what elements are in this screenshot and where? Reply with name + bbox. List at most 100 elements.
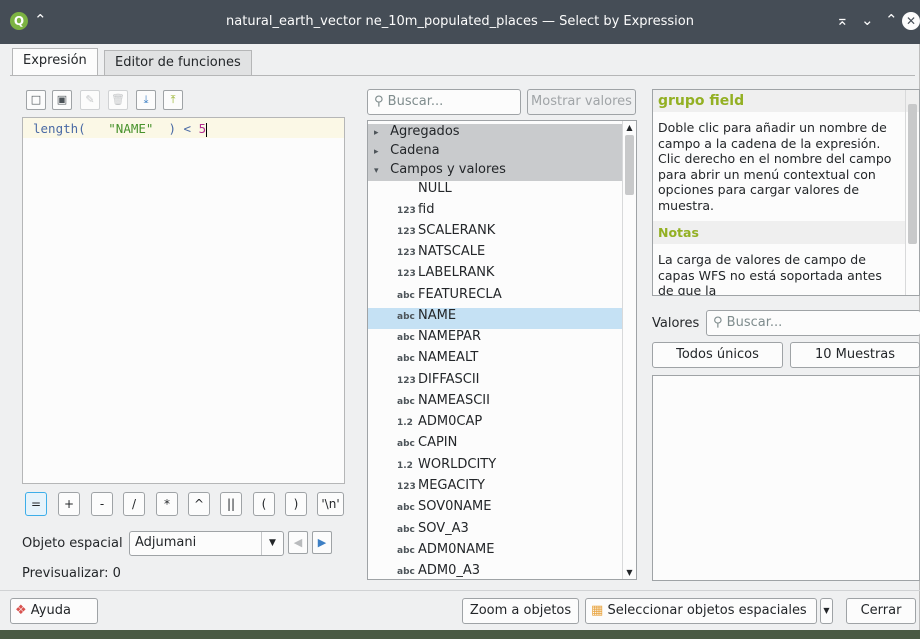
field-row[interactable]: abc NAMEALT bbox=[368, 350, 623, 371]
chevron-right-icon: ▸ bbox=[374, 128, 379, 138]
tree-group-cadena[interactable]: ▸ Cadena bbox=[368, 143, 623, 162]
show-values-button[interactable]: Mostrar valores bbox=[527, 89, 636, 115]
select-features-icon: ▦ bbox=[591, 603, 604, 618]
operator-multiply-button[interactable]: * bbox=[156, 492, 178, 516]
field-row[interactable]: 123 DIFFASCII bbox=[368, 372, 623, 393]
field-type-icon: abc bbox=[397, 312, 415, 322]
field-name: SOV_A3 bbox=[418, 521, 469, 536]
field-row[interactable]: 1.2 ADM0CAP bbox=[368, 414, 623, 435]
field-type-icon: abc bbox=[397, 525, 415, 535]
help-button-label: Ayuda bbox=[30, 603, 71, 618]
select-options-dropdown[interactable]: ▼ bbox=[820, 598, 833, 624]
scrollbar-thumb[interactable] bbox=[625, 135, 634, 195]
field-row[interactable]: abc CAPIN bbox=[368, 435, 623, 456]
operator-divide-button[interactable]: / bbox=[123, 492, 145, 516]
help-notes-title: Notas bbox=[653, 221, 905, 244]
title-bar: Q ⌃ natural_earth_vector ne_10m_populate… bbox=[0, 0, 920, 44]
field-type-icon: 123 bbox=[397, 227, 416, 237]
operator-newline-button[interactable]: '\n' bbox=[317, 492, 344, 516]
field-name: fid bbox=[418, 202, 435, 217]
scroll-up-icon[interactable]: ▲ bbox=[623, 121, 636, 134]
all-unique-button[interactable]: Todos únicos bbox=[652, 342, 783, 368]
field-name: ADM0NAME bbox=[418, 542, 495, 557]
tree-group-label: Cadena bbox=[390, 143, 440, 158]
operator-concat-button[interactable]: || bbox=[220, 492, 242, 516]
field-row[interactable]: abc ADM0_A3 bbox=[368, 563, 623, 579]
field-name: ADM0_A3 bbox=[418, 563, 481, 578]
tree-scrollbar[interactable]: ▲ ▼ bbox=[622, 121, 636, 579]
close-window-button[interactable]: ✕ bbox=[902, 12, 920, 30]
field-row[interactable]: 123 MEGACITY bbox=[368, 478, 623, 499]
field-row[interactable]: abc NAMEASCII bbox=[368, 393, 623, 414]
previous-feature-button[interactable]: ◀ bbox=[288, 531, 308, 554]
field-row[interactable]: 123 fid bbox=[368, 202, 623, 223]
expression-field: "NAME" bbox=[108, 121, 154, 136]
select-by-expression-dialog: Q ⌃ natural_earth_vector ne_10m_populate… bbox=[0, 0, 920, 630]
maximize-button[interactable]: ⌃ bbox=[885, 11, 898, 29]
field-row[interactable]: 123 NATSCALE bbox=[368, 244, 623, 265]
field-type-icon: 123 bbox=[397, 248, 416, 258]
field-name: NAMEASCII bbox=[418, 393, 490, 408]
edit-icon[interactable]: ✎ bbox=[80, 90, 100, 110]
field-type-icon: abc bbox=[397, 354, 415, 364]
field-row[interactable]: abc SOV_A3 bbox=[368, 521, 623, 542]
ten-samples-button[interactable]: 10 Muestras bbox=[790, 342, 920, 368]
field-row-null[interactable]: NULL bbox=[368, 181, 623, 202]
search-icon: ⚲ bbox=[374, 94, 384, 109]
zoom-to-features-button[interactable]: Zoom a objetos bbox=[462, 598, 579, 624]
field-name: LABELRANK bbox=[418, 265, 495, 280]
operator-close-paren-button[interactable]: ) bbox=[285, 492, 307, 516]
close-button[interactable]: Cerrar bbox=[846, 598, 916, 624]
field-type-icon: abc bbox=[397, 291, 415, 301]
field-type-icon: 1.2 bbox=[397, 461, 413, 471]
field-row[interactable]: abc SOV0NAME bbox=[368, 499, 623, 520]
help-scrollbar[interactable] bbox=[905, 90, 919, 295]
values-search-input[interactable]: ⚲ Buscar... bbox=[706, 310, 920, 336]
values-list[interactable] bbox=[652, 375, 920, 581]
tree-group-agregados[interactable]: ▸ Agregados bbox=[368, 124, 623, 143]
operator-minus-button[interactable]: - bbox=[91, 492, 113, 516]
operator-equals-button[interactable]: = bbox=[25, 492, 47, 516]
scroll-down-icon[interactable]: ▼ bbox=[623, 566, 636, 579]
operator-plus-button[interactable]: + bbox=[58, 492, 80, 516]
field-type-icon: abc bbox=[397, 503, 415, 513]
next-feature-button[interactable]: ▶ bbox=[312, 531, 332, 554]
new-file-icon[interactable]: □ bbox=[26, 90, 46, 110]
expression-line[interactable]: length( "NAME" ) < 5 bbox=[23, 118, 344, 138]
function-tree[interactable]: ▸ Agregados ▸ Cadena ▾ Campos y valores … bbox=[367, 120, 637, 580]
keep-above-button[interactable]: ⌅ bbox=[836, 11, 849, 29]
import-icon[interactable]: ⤓ bbox=[136, 90, 156, 110]
spatial-object-combo[interactable]: Adjumani ▼ bbox=[129, 531, 284, 556]
tab-editor-funciones[interactable]: Editor de funciones bbox=[104, 50, 252, 75]
operator-open-paren-button[interactable]: ( bbox=[253, 492, 275, 516]
expression-editor[interactable]: length( "NAME" ) < 5 bbox=[22, 117, 345, 484]
function-search-input[interactable]: ⚲ Buscar... bbox=[367, 89, 521, 115]
field-row[interactable]: abc ADM0NAME bbox=[368, 542, 623, 563]
chevron-down-icon: ▾ bbox=[374, 166, 379, 176]
preview-label: Previsualizar: 0 bbox=[22, 566, 121, 581]
help-button[interactable]: ❖ Ayuda bbox=[10, 598, 98, 624]
export-icon[interactable]: ⤒ bbox=[163, 90, 183, 110]
field-name: WORLDCITY bbox=[418, 457, 497, 472]
field-row[interactable]: 1.2 WORLDCITY bbox=[368, 457, 623, 478]
select-features-button[interactable]: ▦ Seleccionar objetos espaciales bbox=[585, 598, 817, 624]
field-row-selected[interactable]: abc NAME bbox=[368, 308, 623, 329]
field-row[interactable]: abc NAMEPAR bbox=[368, 329, 623, 350]
delete-icon[interactable]: 🗑 bbox=[108, 90, 128, 110]
expression-function: length( bbox=[33, 121, 86, 136]
field-row[interactable]: 123 SCALERANK bbox=[368, 223, 623, 244]
tab-expresion[interactable]: Expresión bbox=[12, 48, 98, 75]
help-lifebuoy-icon: ❖ bbox=[15, 603, 27, 618]
field-row[interactable]: 123 LABELRANK bbox=[368, 265, 623, 286]
save-icon[interactable]: ▣ bbox=[52, 90, 72, 110]
values-label: Valores bbox=[652, 316, 700, 331]
help-body: Doble clic para añadir un nombre de camp… bbox=[658, 120, 892, 213]
tree-group-campos-valores[interactable]: ▾ Campos y valores bbox=[368, 162, 623, 181]
expression-number: 5 bbox=[198, 121, 207, 136]
scrollbar-thumb[interactable] bbox=[908, 104, 917, 244]
field-row[interactable]: abc FEATURECLA bbox=[368, 287, 623, 308]
operator-power-button[interactable]: ^ bbox=[188, 492, 210, 516]
search-icon: ⚲ bbox=[713, 315, 723, 330]
field-type-icon: 1.2 bbox=[397, 418, 413, 428]
minimize-button[interactable]: ⌄ bbox=[861, 11, 874, 29]
